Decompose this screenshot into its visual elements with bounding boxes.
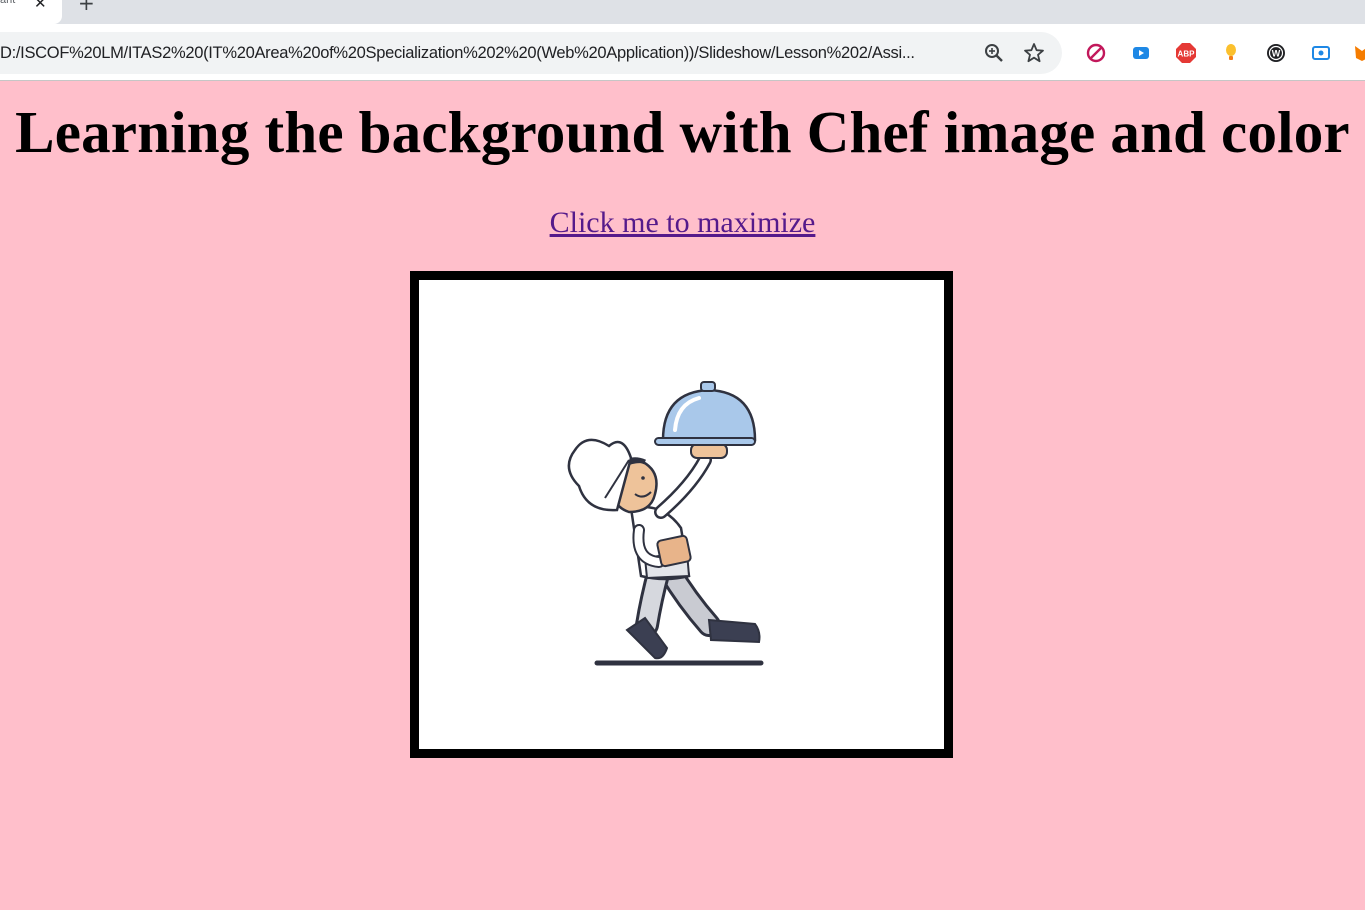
- svg-text:ABP: ABP: [1178, 50, 1196, 59]
- maximize-link[interactable]: Click me to maximize: [550, 206, 816, 239]
- address-bar[interactable]: D:/ISCOF%20LM/ITAS2%20(IT%20Area%20of%20…: [0, 32, 1062, 74]
- fox-icon[interactable]: [1350, 41, 1365, 65]
- wordpress-icon[interactable]: W: [1264, 41, 1288, 65]
- svg-text:W: W: [1272, 49, 1281, 59]
- browser-toolbar: D:/ISCOF%20LM/ITAS2%20(IT%20Area%20of%20…: [0, 24, 1365, 81]
- tab-strip: ant ✕ +: [0, 0, 1365, 24]
- zoom-icon[interactable]: [982, 41, 1006, 65]
- close-tab-icon[interactable]: ✕: [34, 0, 47, 12]
- bookmark-star-icon[interactable]: [1022, 41, 1046, 65]
- page-heading: Learning the background with Chef image …: [15, 99, 1350, 165]
- adblock-plus-icon[interactable]: ABP: [1174, 41, 1198, 65]
- url-text[interactable]: D:/ISCOF%20LM/ITAS2%20(IT%20Area%20of%20…: [0, 44, 960, 63]
- chef-image-frame: [410, 271, 953, 758]
- maximize-link-container: Click me to maximize: [0, 206, 1365, 240]
- chef-carrying-cloche-icon: [567, 381, 764, 666]
- youtube-icon[interactable]: [1129, 41, 1153, 65]
- tab-title: ant: [0, 0, 16, 6]
- screen-icon[interactable]: [1309, 41, 1333, 65]
- lightbulb-icon[interactable]: [1219, 41, 1243, 65]
- browser-tab[interactable]: ant ✕: [0, 0, 62, 24]
- blocker-icon[interactable]: [1084, 41, 1108, 65]
- new-tab-icon[interactable]: +: [78, 0, 95, 15]
